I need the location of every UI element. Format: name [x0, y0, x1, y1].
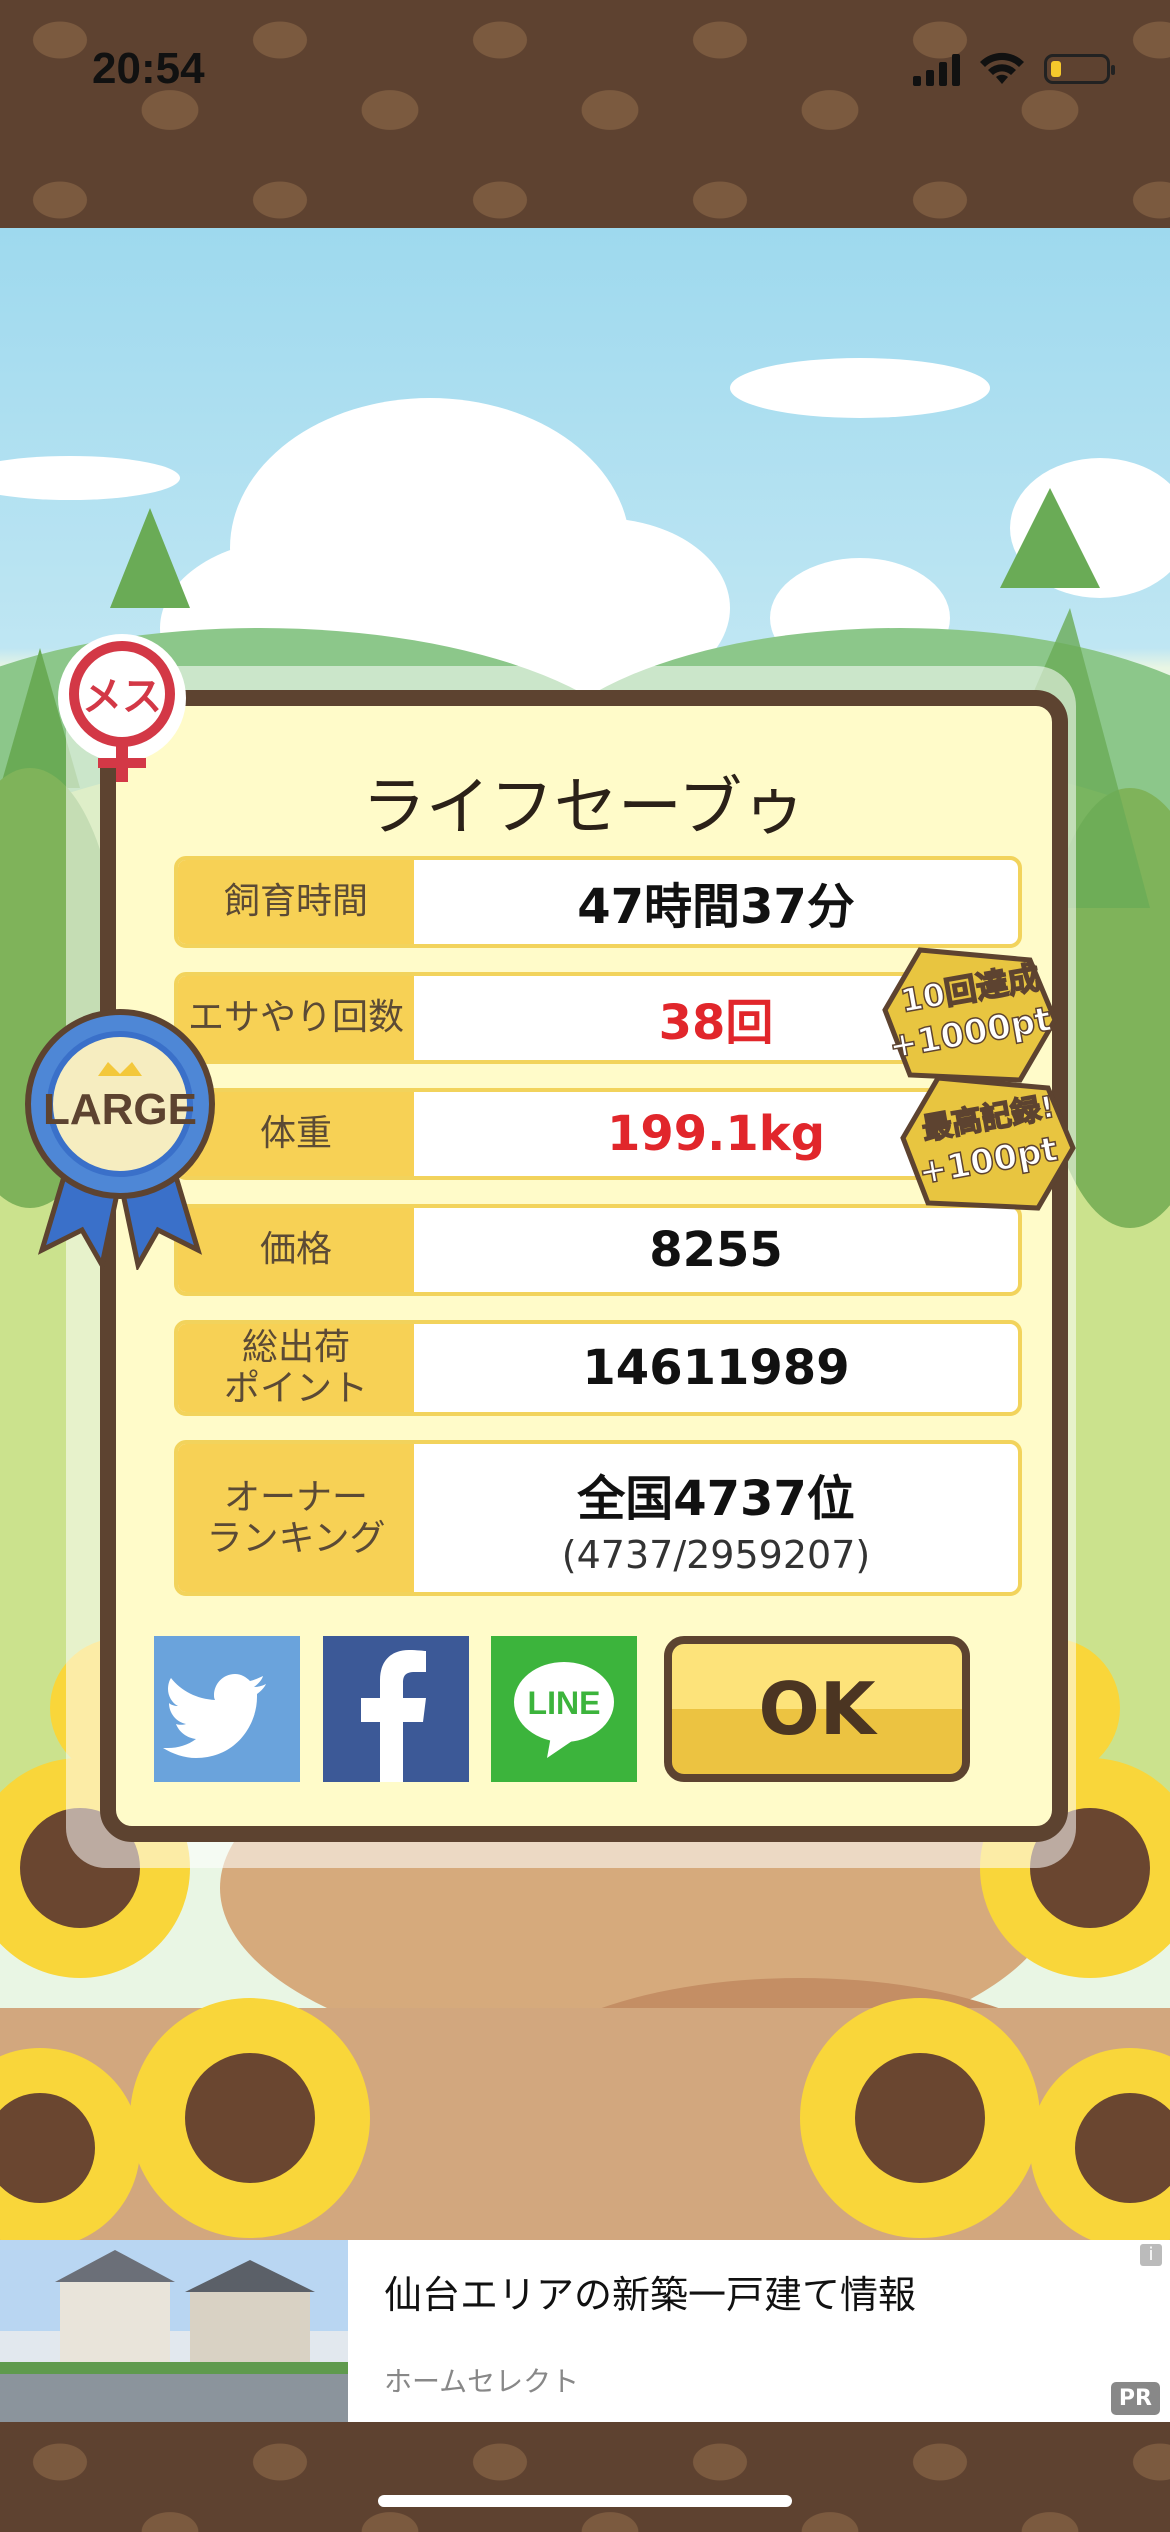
ok-button[interactable]: OK	[664, 1636, 970, 1782]
battery-icon	[1044, 54, 1115, 84]
weight-record-badge: 最高記録! +100pt	[900, 1075, 1076, 1211]
wifi-icon	[980, 52, 1024, 84]
ranking-detail: (4737/2959207)	[561, 1533, 871, 1577]
stat-value: 8255	[649, 1222, 783, 1278]
ad-sponsor: ホームセレクト	[384, 2365, 580, 2398]
gender-label: メス	[82, 674, 162, 720]
stat-row-breeding-time: 飼育時間 47時間37分	[174, 856, 1022, 948]
ad-house-image	[0, 2240, 348, 2422]
twitter-bird-icon	[163, 1674, 266, 1758]
line-chat-icon: LINE	[514, 1662, 614, 1758]
facebook-f-icon	[361, 1650, 426, 1782]
top-pattern-background	[0, 0, 1170, 228]
ad-info-icon[interactable]: i	[1140, 2244, 1162, 2266]
stat-value: 47時間37分	[577, 879, 855, 935]
facebook-share-button[interactable]	[323, 1636, 469, 1782]
ribbon-label: LARGE	[43, 1085, 197, 1134]
stat-row-weight: 体重 199.1kg	[174, 1088, 1022, 1180]
ad-pr-label: PR	[1110, 2382, 1160, 2415]
twitter-share-button[interactable]	[154, 1636, 300, 1782]
line-share-button[interactable]: LINE	[491, 1636, 637, 1782]
stat-row-price: 価格 8255	[174, 1204, 1022, 1296]
line-label: LINE	[528, 1685, 601, 1721]
stat-label: 総出荷 ポイント	[178, 1324, 414, 1412]
ranking-value: 全国4737位	[577, 1471, 855, 1527]
large-ribbon-icon: LARGE	[25, 1009, 215, 1270]
female-gender-icon: メス	[58, 634, 186, 782]
status-time: 20:54	[92, 44, 205, 93]
home-indicator[interactable]	[378, 2495, 792, 2507]
stat-label: オーナー ランキング	[178, 1444, 414, 1592]
cellular-signal-icon	[913, 52, 960, 86]
ad-title[interactable]: 仙台エリアの新築一戸建て情報	[384, 2264, 916, 2319]
stat-row-total-shipping-points: 総出荷 ポイント 14611989	[174, 1320, 1022, 1416]
stat-row-owner-ranking: オーナー ランキング 全国4737位 (4737/2959207)	[174, 1440, 1022, 1596]
ad-banner[interactable]: 仙台エリアの新築一戸建て情報 ホームセレクト PR i	[0, 2240, 1170, 2422]
dialog-title: ライフセーブゥ	[361, 771, 807, 845]
bottom-pattern-background	[0, 2422, 1170, 2532]
status-icons	[913, 52, 1115, 86]
stat-value-group: 全国4737位 (4737/2959207)	[414, 1444, 1018, 1592]
stat-label: 飼育時間	[178, 860, 414, 944]
stat-value: 14611989	[582, 1340, 850, 1396]
